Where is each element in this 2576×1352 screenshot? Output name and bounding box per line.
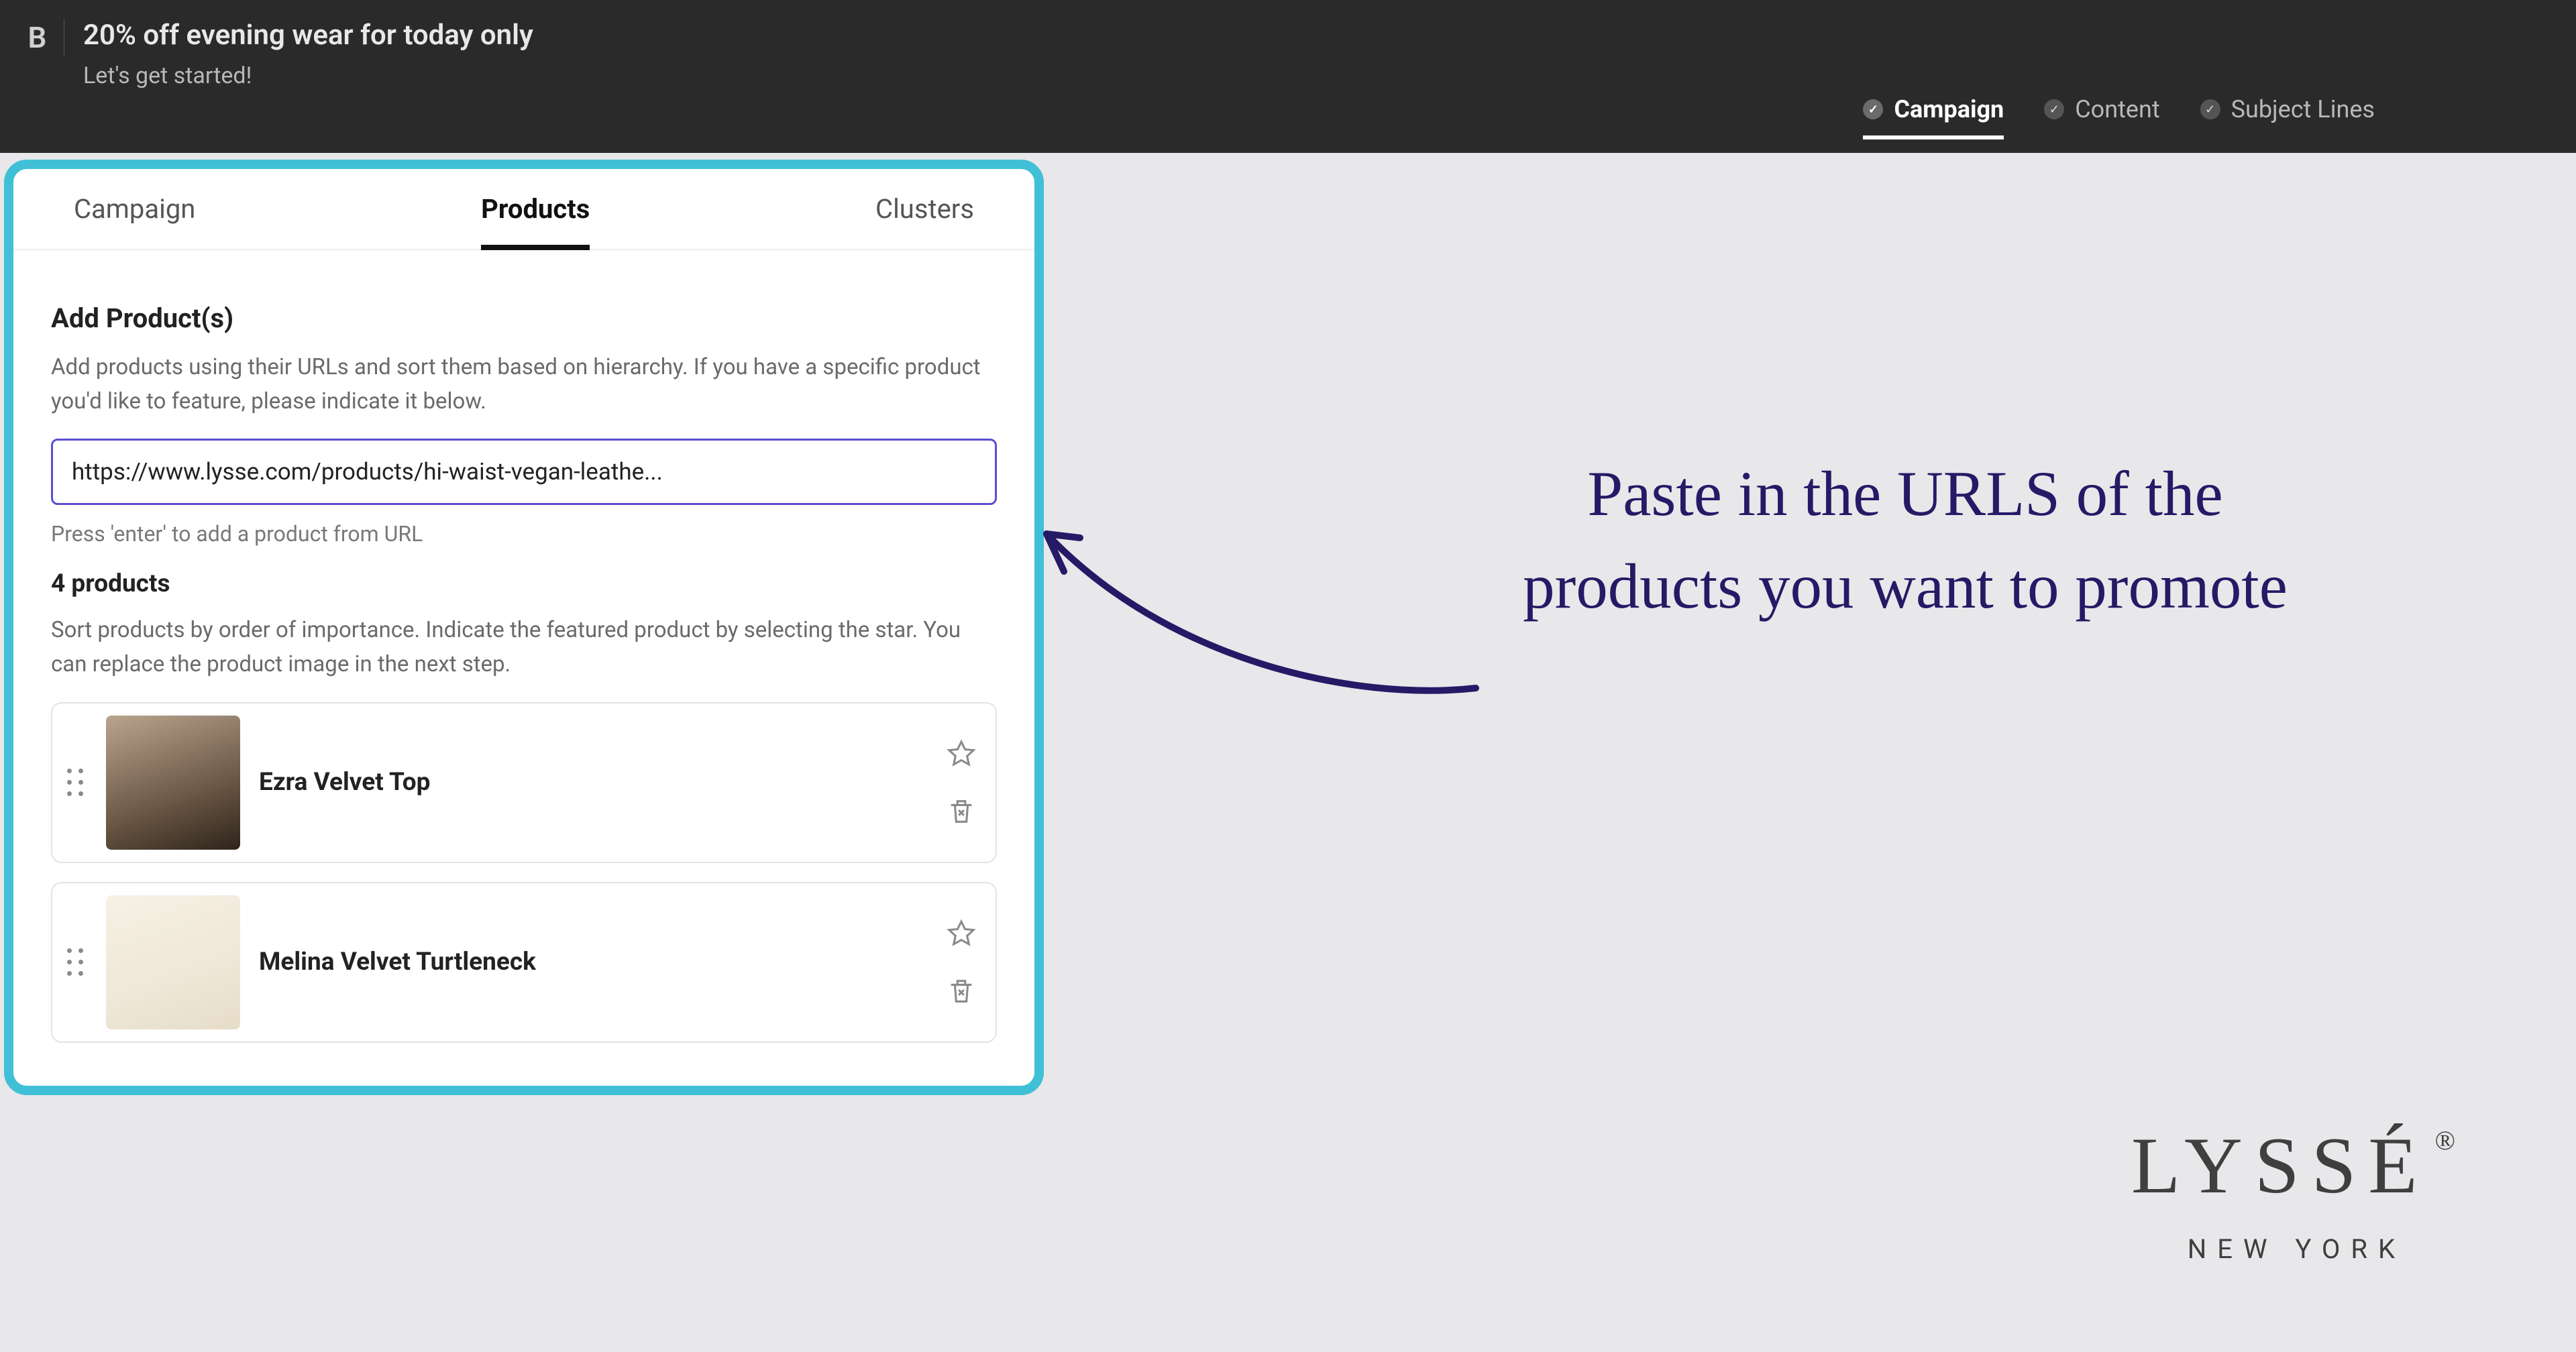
trash-icon[interactable] [946, 796, 977, 827]
tab-clusters[interactable]: Clusters [875, 193, 974, 249]
app-logo: B [27, 19, 64, 56]
campaign-subtitle: Let's get started! [83, 62, 533, 89]
wizard-steps: ✓ Campaign ✓ Content ✓ Subject Lines [1863, 95, 2375, 153]
sort-help: Sort products by order of importance. In… [51, 613, 997, 681]
app-header: B 20% off evening wear for today only Le… [0, 0, 2576, 153]
step-label: Subject Lines [2231, 95, 2375, 123]
brand-subtitle: NEW YORK [2131, 1233, 2462, 1265]
star-icon[interactable] [946, 738, 977, 769]
tab-campaign[interactable]: Campaign [74, 193, 195, 249]
header-left: B 20% off evening wear for today only Le… [27, 16, 533, 89]
main-area: Campaign Products Clusters Add Product(s… [0, 153, 2576, 1352]
add-products-title: Add Product(s) [51, 302, 997, 334]
registered-mark: ® [2435, 1125, 2467, 1156]
product-card[interactable]: Melina Velvet Turtleneck [51, 882, 997, 1043]
check-icon: ✓ [2044, 99, 2064, 119]
panel-body: Add Product(s) Add products using their … [13, 250, 1034, 1086]
brand-logo: LYSSÉ® NEW YORK [2131, 1119, 2462, 1265]
product-thumbnail [106, 895, 240, 1029]
products-panel: Campaign Products Clusters Add Product(s… [4, 160, 1044, 1095]
card-actions [946, 738, 977, 827]
url-hint: Press 'enter' to add a product from URL [51, 521, 997, 547]
product-count: 4 products [51, 569, 997, 598]
logo-letter: B [28, 20, 47, 55]
product-thumbnail [106, 716, 240, 850]
step-label: Campaign [1894, 95, 2004, 123]
star-icon[interactable] [946, 918, 977, 949]
step-subject-lines[interactable]: ✓ Subject Lines [2200, 95, 2375, 139]
step-content[interactable]: ✓ Content [2044, 95, 2159, 139]
annotation: Paste in the URLS of the products you wa… [1033, 455, 2375, 924]
trash-icon[interactable] [946, 976, 977, 1007]
step-label: Content [2075, 95, 2159, 123]
product-name: Ezra Velvet Top [259, 768, 927, 797]
title-block: 20% off evening wear for today only Let'… [83, 16, 533, 89]
product-name: Melina Velvet Turtleneck [259, 948, 927, 976]
card-actions [946, 918, 977, 1007]
arrow-icon [1006, 507, 1503, 722]
campaign-title: 20% off evening wear for today only [83, 19, 533, 52]
drag-handle-icon[interactable] [63, 948, 87, 976]
drag-handle-icon[interactable] [63, 769, 87, 796]
product-card[interactable]: Ezra Velvet Top [51, 702, 997, 863]
tab-products[interactable]: Products [481, 193, 590, 250]
annotation-text: Paste in the URLS of the products you wa… [1476, 448, 2334, 633]
add-products-help: Add products using their URLs and sort t… [51, 350, 997, 418]
panel-tabs: Campaign Products Clusters [13, 169, 1034, 250]
step-campaign[interactable]: ✓ Campaign [1863, 95, 2004, 139]
brand-name: LYSSÉ® [2131, 1119, 2462, 1212]
check-icon: ✓ [2200, 99, 2220, 119]
product-url-input[interactable] [51, 439, 997, 505]
check-icon: ✓ [1863, 99, 1883, 119]
